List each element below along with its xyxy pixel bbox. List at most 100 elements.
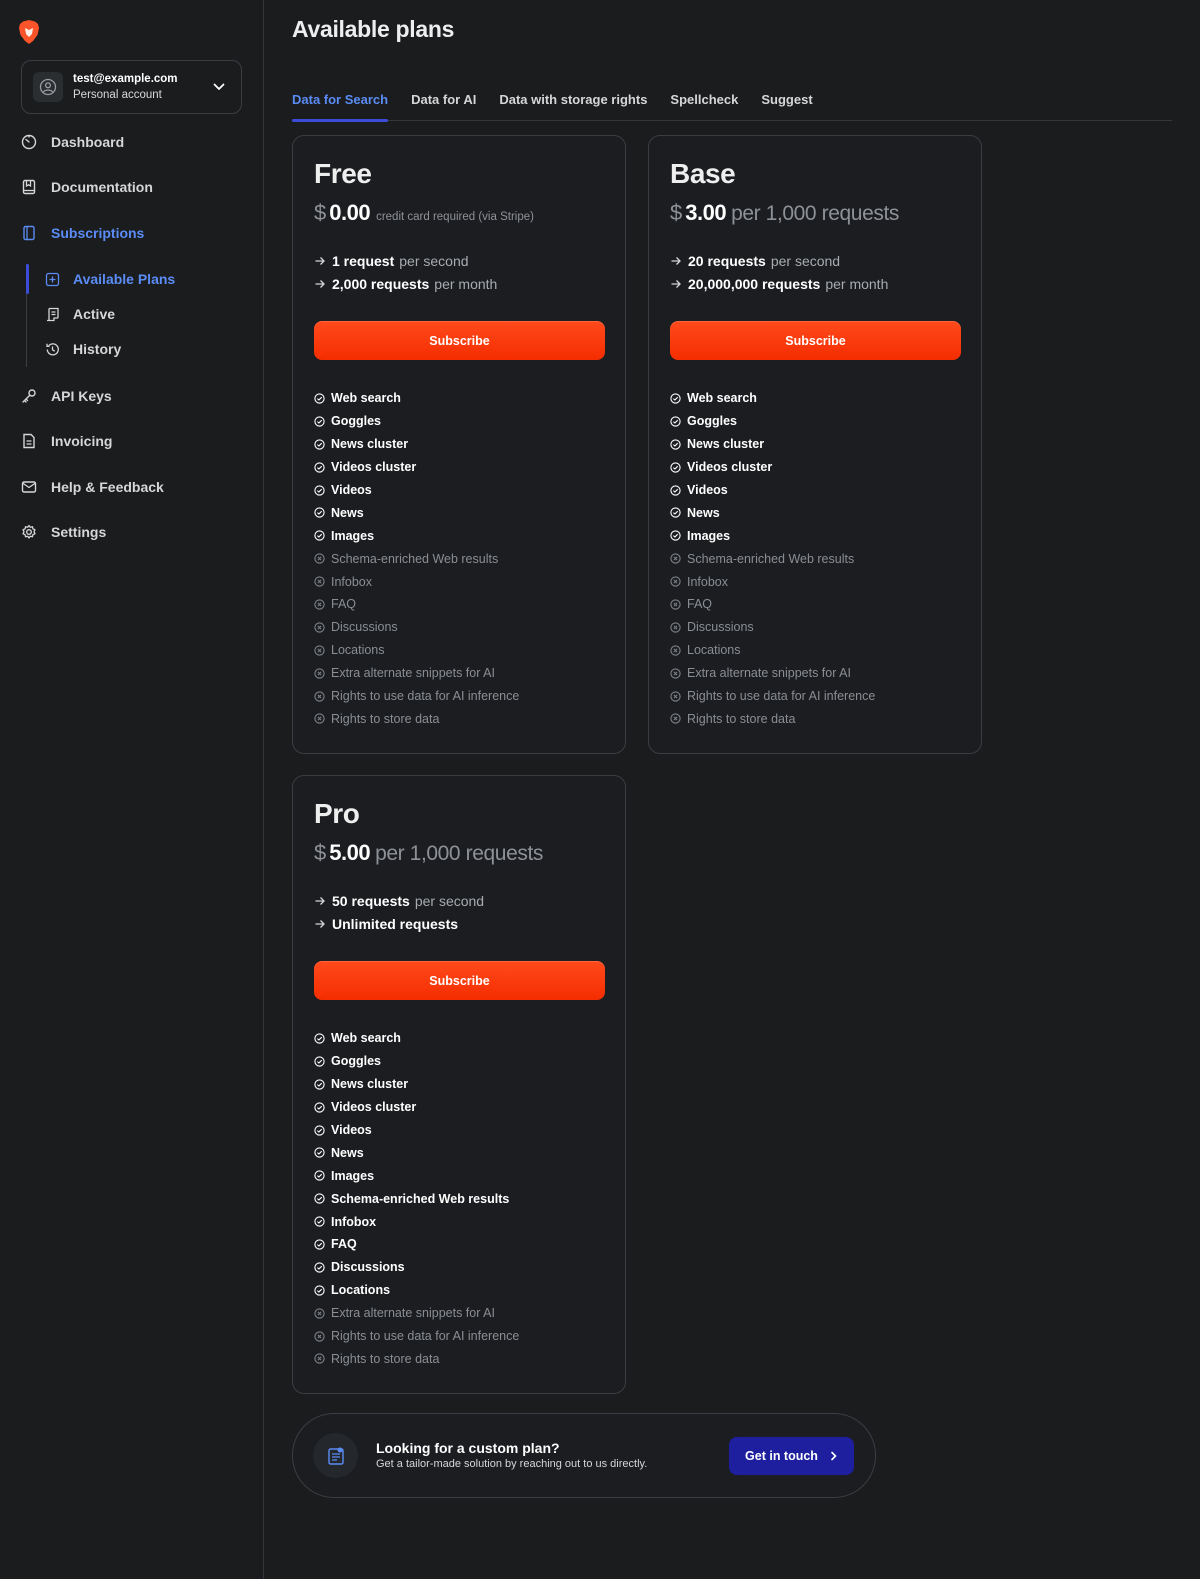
x-circle-icon xyxy=(314,1330,325,1342)
plus-square-icon xyxy=(45,272,59,286)
feature-label: Infobox xyxy=(687,574,729,589)
sidebar: test@example.com Personal account Dashbo… xyxy=(0,0,264,1579)
nav-dashboard[interactable]: Dashboard xyxy=(20,130,124,154)
subscribe-button[interactable]: Subscribe xyxy=(314,961,605,1000)
feature-item: Rights to use data for AI inference xyxy=(670,685,960,708)
nav-documentation-label: Documentation xyxy=(51,179,153,195)
x-circle-icon xyxy=(670,553,681,564)
subscribe-button[interactable]: Subscribe xyxy=(314,321,605,360)
feature-item: News cluster xyxy=(314,433,604,456)
feature-item: Rights to store data xyxy=(670,707,960,730)
x-circle-icon xyxy=(314,622,325,633)
feature-item: Goggles xyxy=(314,1050,604,1073)
subnav-history[interactable]: History xyxy=(44,337,121,361)
feature-item: Videos xyxy=(314,1119,604,1142)
check-circle-icon xyxy=(314,1033,325,1044)
plan-name: Pro xyxy=(314,798,360,829)
feature-label: News xyxy=(331,505,364,520)
monthly-limit-unit: per month xyxy=(825,275,889,292)
check-circle-icon xyxy=(314,393,325,404)
subscribe-button[interactable]: Subscribe xyxy=(670,321,961,360)
feature-label: Infobox xyxy=(331,574,373,589)
check-circle-icon xyxy=(314,461,325,473)
rate-limit-value: 50 requests xyxy=(332,892,410,909)
nav-settings[interactable]: Settings xyxy=(20,520,106,544)
feature-label: Locations xyxy=(331,643,385,658)
account-switcher[interactable]: test@example.com Personal account xyxy=(21,60,242,114)
x-circle-icon xyxy=(314,713,325,725)
feature-item: Extra alternate snippets for AI xyxy=(314,662,604,685)
currency-symbol: $ xyxy=(670,200,683,225)
check-circle-icon xyxy=(314,530,325,541)
nav-subscriptions[interactable]: Subscriptions xyxy=(20,221,144,245)
check-circle-icon xyxy=(314,1056,325,1067)
nav-subscriptions-label: Subscriptions xyxy=(51,225,145,241)
price-unit: per 1,000 requests xyxy=(731,202,899,225)
plan-limits: 1 request per second 2,000 requests per … xyxy=(314,249,604,295)
x-circle-icon xyxy=(314,645,325,656)
feature-label: FAQ xyxy=(331,597,357,612)
subnav-active-indicator xyxy=(26,264,29,294)
plan-name: Free xyxy=(314,158,372,189)
rate-limit-value: 1 request xyxy=(332,252,395,269)
feature-label: Web search xyxy=(687,391,757,406)
rate-limit: 1 request per second xyxy=(314,249,604,272)
feature-item: Extra alternate snippets for AI xyxy=(314,1302,604,1325)
main-content: Available plans Data for Search Data for… xyxy=(264,0,1200,1579)
feature-label: Videos cluster xyxy=(331,1100,417,1115)
feature-label: News cluster xyxy=(331,437,409,452)
tab-data-with-storage-rights[interactable]: Data with storage rights xyxy=(499,88,647,121)
brave-lion-icon xyxy=(19,20,39,44)
tab-spellcheck[interactable]: Spellcheck xyxy=(670,88,738,121)
subnav-available-plans[interactable]: Available Plans xyxy=(44,267,175,291)
tab-data-for-search[interactable]: Data for Search xyxy=(292,88,389,122)
feature-item: News xyxy=(670,501,960,524)
feature-label: Extra alternate snippets for AI xyxy=(331,666,495,681)
feature-label: Extra alternate snippets for AI xyxy=(331,1306,495,1321)
feature-label: Locations xyxy=(687,643,741,658)
feature-item: Rights to use data for AI inference xyxy=(314,685,604,708)
subnav-active[interactable]: Active xyxy=(44,302,115,326)
feature-item: Locations xyxy=(314,639,604,662)
subnav-available-plans-label: Available Plans xyxy=(73,271,176,287)
feature-item: Extra alternate snippets for AI xyxy=(670,662,960,685)
x-circle-icon xyxy=(670,645,681,656)
dashboard-gauge-icon xyxy=(21,134,36,150)
feature-item: Videos cluster xyxy=(670,456,960,479)
feature-list: Web search Goggles News cluster Videos clus… xyxy=(314,387,604,730)
tab-suggest[interactable]: Suggest xyxy=(761,88,812,121)
monthly-limit: 20,000,000 requests per month xyxy=(670,272,960,295)
feature-label: News cluster xyxy=(331,1077,409,1092)
monthly-limit: 2,000 requests per month xyxy=(314,272,604,295)
chevron-down-icon[interactable] xyxy=(212,80,226,94)
brand-logo[interactable] xyxy=(18,19,138,45)
feature-label: Schema-enriched Web results xyxy=(331,551,499,566)
monthly-limit: Unlimited requests xyxy=(314,912,604,935)
feature-label: Videos cluster xyxy=(331,460,417,475)
feature-label: Videos cluster xyxy=(687,460,773,475)
nav-help-feedback-label: Help & Feedback xyxy=(51,479,164,495)
custom-plan-icon-badge xyxy=(313,1433,358,1478)
nav-help-feedback[interactable]: Help & Feedback xyxy=(20,475,164,499)
feature-label: Schema-enriched Web results xyxy=(687,551,855,566)
feature-list: Web search Goggles News cluster Videos clus… xyxy=(670,387,960,730)
tab-data-for-ai[interactable]: Data for AI xyxy=(411,88,476,121)
nav-invoicing[interactable]: Invoicing xyxy=(20,429,112,453)
x-circle-icon xyxy=(314,553,325,564)
feature-label: Locations xyxy=(331,1283,391,1298)
feature-item: Images xyxy=(314,1164,604,1187)
get-in-touch-button[interactable]: Get in touch xyxy=(729,1436,854,1475)
feature-item: Discussions xyxy=(314,616,604,639)
nav-documentation[interactable]: Documentation xyxy=(20,175,153,199)
feature-label: Rights to store data xyxy=(331,711,440,726)
feature-item: Discussions xyxy=(670,616,960,639)
plan-card-base: Base $ 3.00 per 1,000 requests 20 reques… xyxy=(648,135,982,754)
feature-item: News xyxy=(314,1141,604,1164)
nav-api-keys[interactable]: API Keys xyxy=(20,384,112,408)
get-in-touch-label: Get in touch xyxy=(745,1448,818,1463)
mail-heart-icon xyxy=(21,481,36,493)
check-circle-icon xyxy=(670,484,681,496)
feature-label: Rights to use data for AI inference xyxy=(687,689,876,704)
book-icon xyxy=(22,179,35,195)
check-circle-icon xyxy=(314,416,325,427)
